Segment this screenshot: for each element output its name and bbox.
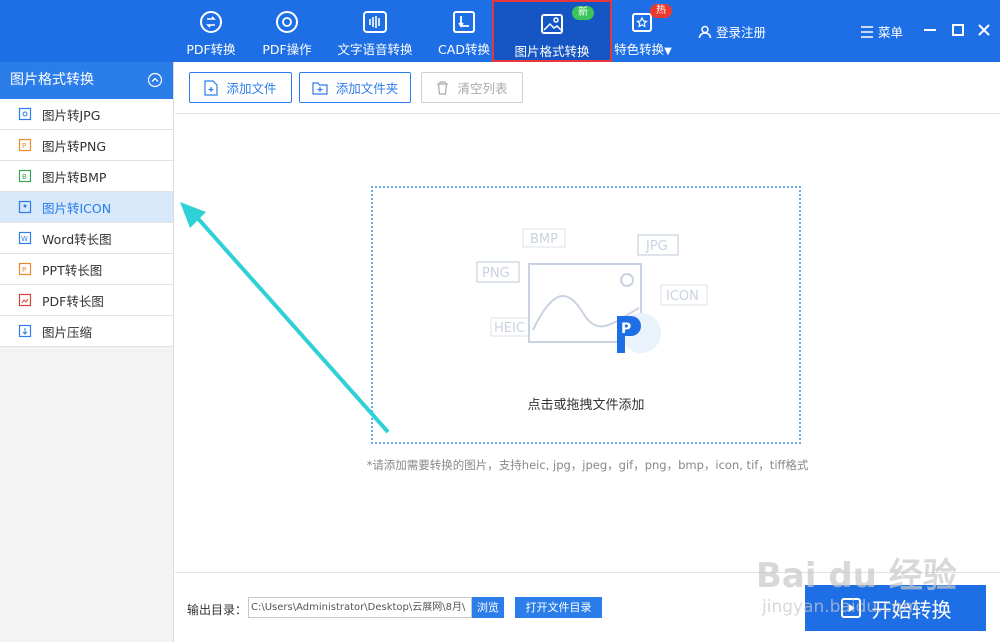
sidebar-item-label: 图片压缩 [42, 324, 93, 340]
sidebar-title: 图片格式转换 [10, 72, 94, 88]
menu-label: 菜单 [878, 25, 904, 40]
sidebar-item-label: Word转长图 [42, 231, 112, 247]
supported-formats-hint: *请添加需要转换的图片，支持heic, jpg，jpeg，gif，png，bmp… [366, 458, 809, 472]
nav-label: PDF转换 [186, 42, 236, 57]
nav-pdf-convert[interactable]: PDF转换 [178, 0, 244, 62]
svg-text:W: W [21, 235, 28, 243]
login-label: 登录注册 [716, 25, 767, 40]
open-folder-button[interactable]: 打开文件目录 [515, 597, 602, 618]
menu-button[interactable]: 菜单 [860, 22, 903, 41]
minimize-icon[interactable] [920, 20, 940, 40]
maximize-icon[interactable] [948, 20, 968, 40]
nav-text-voice[interactable]: 文字语音转换 [332, 0, 418, 62]
clear-list-button[interactable]: 清空列表 [421, 72, 523, 103]
add-file-button[interactable]: 添加文件 [189, 72, 292, 103]
svg-text:B: B [22, 173, 27, 181]
nav-special-convert[interactable]: 特色转换▼ 热 [610, 0, 676, 62]
clear-list-label: 清空列表 [457, 81, 508, 96]
image-icon [541, 14, 563, 34]
toolbar: 添加文件 添加文件夹 清空列表 [175, 62, 1000, 114]
nav-image-format[interactable]: 图片格式转换 新 [492, 0, 612, 62]
add-folder-icon [312, 81, 328, 95]
output-path-field[interactable]: C:\Users\Administrator\Desktop\云展网\8月\ [248, 597, 472, 618]
sidebar-item-label: 图片转PNG [42, 138, 107, 154]
sidebar-item-to-png[interactable]: P 图片转PNG [0, 130, 173, 161]
format-tag: PNG [482, 266, 510, 281]
jpg-file-icon [18, 107, 32, 121]
format-tag: JPG [645, 239, 668, 254]
drop-zone-text: 点击或拖拽文件添加 [527, 398, 645, 413]
voice-wave-icon [363, 11, 387, 33]
collapse-up-icon[interactable] [147, 72, 163, 88]
watermark-logo: Bai du 经验 [756, 556, 957, 596]
sidebar-item-to-jpg[interactable]: 图片转JPG [0, 99, 173, 130]
bmp-file-icon: B [18, 169, 32, 183]
add-folder-label: 添加文件夹 [335, 81, 399, 96]
logo-letter: P [621, 321, 631, 337]
ppt-file-icon: P [18, 262, 32, 276]
add-file-label: 添加文件 [226, 81, 277, 96]
pdf-file-icon [18, 293, 32, 307]
sidebar-item-label: 图片转BMP [42, 169, 107, 185]
sidebar-item-compress[interactable]: 图片压缩 [0, 316, 173, 347]
nav-label: PDF操作 [262, 42, 312, 57]
image-formats-illustration: BMP JPG PNG ICON HEIC P [476, 228, 708, 353]
nav-label: 文字语音转换 [337, 42, 413, 57]
login-register-button[interactable]: 登录注册 [698, 22, 766, 41]
sidebar-item-to-icon[interactable]: 图片转ICON [0, 192, 173, 223]
add-file-icon [204, 79, 219, 96]
file-drop-zone[interactable]: BMP JPG PNG ICON HEIC P 点击或拖拽文件添加 [371, 186, 801, 444]
watermark-url: jingyan.baidu.com [762, 597, 919, 617]
format-tag: HEIC [494, 321, 525, 336]
svg-text:P: P [22, 142, 26, 150]
trash-icon [437, 80, 449, 95]
icon-file-icon [18, 200, 32, 214]
sidebar-item-to-bmp[interactable]: B 图片转BMP [0, 161, 173, 192]
sidebar: 图片格式转换 图片转JPG P 图片转PNG B 图片转BMP 图片转ICON … [0, 62, 174, 642]
compress-file-icon [18, 324, 32, 338]
sidebar-item-ppt-long[interactable]: P PPT转长图 [0, 254, 173, 285]
format-tag: BMP [530, 232, 558, 247]
new-badge: 新 [572, 6, 594, 20]
dropdown-caret-icon: ▼ [664, 46, 672, 57]
sidebar-item-word-long[interactable]: W Word转长图 [0, 223, 173, 254]
nav-label-text: 特色转换 [614, 42, 665, 57]
nav-label: 特色转换▼ [610, 39, 676, 58]
user-icon [698, 25, 712, 38]
output-dir-label: 输出目录： [187, 603, 248, 617]
hamburger-icon [861, 25, 873, 38]
add-folder-button[interactable]: 添加文件夹 [299, 72, 411, 103]
sidebar-item-label: PPT转长图 [42, 262, 103, 278]
nav-label: CAD转换 [438, 42, 490, 57]
format-tag: ICON [666, 289, 699, 304]
browse-button[interactable]: 浏览 [472, 597, 504, 618]
top-nav-bar: PDF转换 PDF操作 文字语音转换 CAD转换 图片格式转换 新 特色转换▼ … [0, 0, 1000, 62]
sidebar-header[interactable]: 图片格式转换 [0, 62, 173, 99]
word-file-icon: W [18, 231, 32, 245]
sidebar-item-label: 图片转JPG [42, 107, 101, 123]
sidebar-item-pdf-long[interactable]: PDF转长图 [0, 285, 173, 316]
pdf-convert-icon [200, 11, 222, 33]
sidebar-item-label: 图片转ICON [42, 200, 112, 216]
sidebar-item-label: PDF转长图 [42, 293, 104, 309]
nav-pdf-operate[interactable]: PDF操作 [254, 0, 320, 62]
nav-cad-convert[interactable]: CAD转换 [432, 0, 496, 62]
pdf-operate-icon [276, 11, 298, 33]
hot-badge: 热 [650, 4, 672, 18]
cad-icon [453, 11, 475, 33]
nav-label: 图片格式转换 [514, 44, 590, 59]
png-file-icon: P [18, 138, 32, 152]
svg-text:P: P [22, 266, 26, 274]
close-icon[interactable] [974, 20, 994, 40]
